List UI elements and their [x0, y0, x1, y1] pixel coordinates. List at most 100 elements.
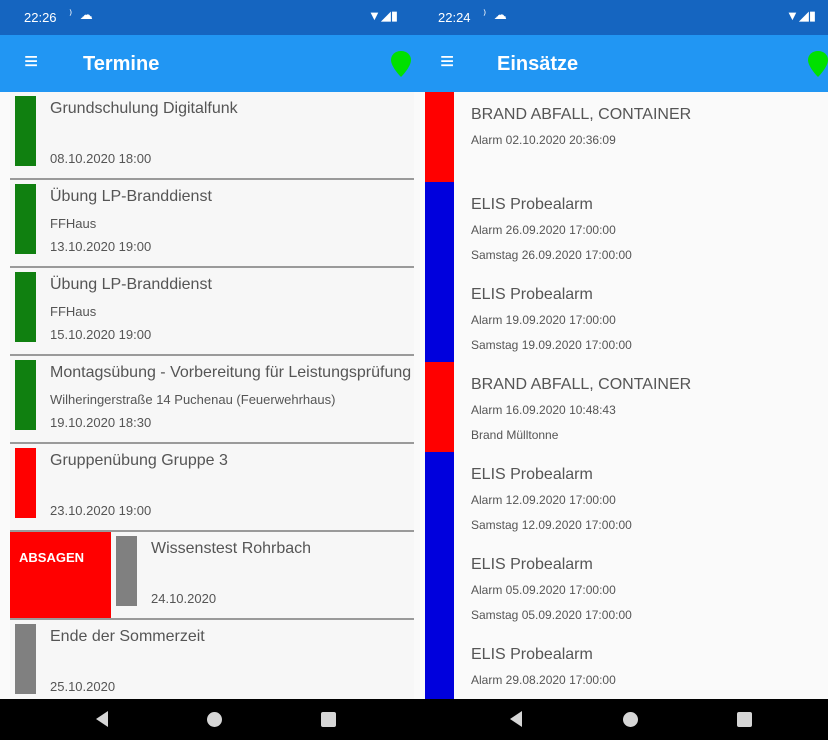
termin-item[interactable]: Ende der Sommerzeit 25.10.2020 — [10, 620, 414, 699]
recents-button[interactable] — [309, 699, 349, 740]
page-title: Termine — [83, 53, 160, 75]
einsatz-detail: Samstag 19.09.2020 17:00:00 — [471, 338, 632, 352]
termin-item[interactable]: ABSAGEN Wissenstest Rohrbach 24.10.2020 — [10, 532, 414, 620]
status-color-bar — [15, 96, 36, 166]
absagen-label: ABSAGEN — [19, 550, 85, 565]
home-button[interactable] — [195, 699, 235, 740]
termin-date: 13.10.2020 19:00 — [50, 239, 152, 254]
termin-item[interactable]: Übung LP-Branddienst FFHaus 15.10.2020 19:… — [10, 268, 414, 356]
einsatz-item[interactable]: ELIS Probealarm Alarm 29.08.2020 17:00:00 — [414, 632, 828, 699]
einsaetze-screen: 22:24 ⁾ ☁ ▼◢▮ ≡ Einsätze BRAND ABFALL, C… — [414, 0, 828, 740]
status-bar: 22:24 ⁾ ☁ ▼◢▮ — [414, 0, 828, 35]
einsaetze-list: BRAND ABFALL, CONTAINER Alarm 02.10.2020 … — [414, 92, 828, 699]
termin-title: Wissenstest Rohrbach — [151, 540, 312, 557]
einsatz-item[interactable]: ELIS Probealarm Alarm 19.09.2020 17:00:00… — [414, 272, 828, 363]
status-color-bar — [425, 452, 454, 543]
einsatz-alarm-time: Alarm 29.08.2020 17:00:00 — [471, 673, 616, 687]
termin-item[interactable]: Übung LP-Branddienst FFHaus 13.10.2020 19:… — [10, 180, 414, 268]
back-icon — [96, 711, 108, 727]
menu-icon[interactable]: ≡ — [440, 49, 454, 75]
einsatz-detail: Samstag 12.09.2020 17:00:00 — [471, 518, 632, 532]
app-bar: ≡ Einsätze — [414, 35, 828, 92]
status-color-bar — [425, 92, 454, 183]
status-color-bar — [15, 360, 36, 430]
einsatz-item[interactable]: ELIS Probealarm Alarm 12.09.2020 17:00:00… — [414, 452, 828, 543]
einsatz-title: ELIS Probealarm — [471, 196, 593, 213]
termin-title: Übung LP-Branddienst — [50, 276, 212, 293]
termin-date: 24.10.2020 — [151, 591, 217, 606]
recents-icon — [321, 712, 336, 727]
termin-title: Montagsübung - Vorbereitung für Leistung… — [50, 364, 412, 381]
status-color-bar — [425, 632, 454, 699]
einsatz-alarm-time: Alarm 05.09.2020 17:00:00 — [471, 583, 616, 597]
termin-item[interactable]: Gruppenübung Gruppe 3 23.10.2020 19:00 — [10, 444, 414, 532]
location-pin-icon[interactable] — [805, 49, 828, 79]
einsatz-title: ELIS Probealarm — [471, 286, 593, 303]
einsatz-detail: Samstag 26.09.2020 17:00:00 — [471, 248, 632, 262]
menu-icon[interactable]: ≡ — [24, 49, 38, 75]
location-pin-icon[interactable] — [388, 49, 414, 79]
termine-list: Grundschulung Digitalfunk 08.10.2020 18:0… — [10, 92, 414, 699]
status-color-bar — [425, 542, 454, 633]
signal-battery-icons: ▼◢▮ — [368, 8, 399, 23]
einsatz-alarm-time: Alarm 16.09.2020 10:48:43 — [471, 403, 616, 417]
termin-location: FFHaus — [50, 216, 97, 231]
einsatz-title: ELIS Probealarm — [471, 466, 593, 483]
termin-date: 23.10.2020 19:00 — [50, 503, 152, 518]
status-time: 22:24 — [438, 10, 471, 25]
status-time: 22:26 — [24, 10, 57, 25]
termin-date: 15.10.2020 19:00 — [50, 327, 152, 342]
status-color-bar — [15, 624, 36, 694]
termin-item[interactable]: Montagsübung - Vorbereitung für Leistung… — [10, 356, 414, 444]
page-title: Einsätze — [497, 53, 579, 75]
status-color-bar — [425, 362, 454, 453]
status-color-bar — [425, 272, 454, 363]
termin-date: 25.10.2020 — [50, 679, 116, 694]
termin-date: 08.10.2020 18:00 — [50, 151, 152, 166]
notification-icons: ⁾ ☁ — [483, 7, 509, 22]
einsatz-alarm-time: Alarm 26.09.2020 17:00:00 — [471, 223, 616, 237]
termin-location: Wilheringerstraße 14 Puchenau (Feuerwehr… — [50, 392, 336, 407]
termine-screen: 22:26 ⁾ ☁ ▼◢▮ ≡ Termine Grundschulung Di… — [0, 0, 414, 740]
back-icon — [510, 711, 522, 727]
termin-title: Ende der Sommerzeit — [50, 628, 205, 645]
einsatz-title: ELIS Probealarm — [471, 556, 593, 573]
termin-item[interactable]: Grundschulung Digitalfunk 08.10.2020 18:0… — [10, 92, 414, 180]
einsatz-item[interactable]: ELIS Probealarm Alarm 26.09.2020 17:00:00… — [414, 182, 828, 273]
einsatz-detail: Brand Mülltonne — [471, 428, 559, 442]
einsatz-title: ELIS Probealarm — [471, 646, 593, 663]
navigation-bar — [0, 699, 414, 740]
einsatz-detail: Samstag 05.09.2020 17:00:00 — [471, 608, 632, 622]
einsatz-alarm-time: Alarm 19.09.2020 17:00:00 — [471, 313, 616, 327]
recents-icon — [737, 712, 752, 727]
absagen-button[interactable]: ABSAGEN — [10, 532, 111, 618]
navigation-bar — [414, 699, 828, 740]
app-bar: ≡ Termine — [0, 35, 414, 92]
einsatz-alarm-time: Alarm 02.10.2020 20:36:09 — [471, 133, 616, 147]
einsatz-title: BRAND ABFALL, CONTAINER — [471, 376, 692, 393]
termin-title: Gruppenübung Gruppe 3 — [50, 452, 228, 469]
status-color-bar — [425, 182, 454, 273]
home-icon — [207, 712, 222, 727]
home-button[interactable] — [611, 699, 651, 740]
einsatz-item[interactable]: BRAND ABFALL, CONTAINER Alarm 02.10.2020 … — [414, 92, 828, 183]
status-color-bar — [15, 272, 36, 342]
status-bar: 22:26 ⁾ ☁ ▼◢▮ — [0, 0, 414, 35]
signal-battery-icons: ▼◢▮ — [786, 8, 817, 23]
back-button[interactable] — [498, 699, 538, 740]
home-icon — [623, 712, 638, 727]
recents-button[interactable] — [725, 699, 765, 740]
einsatz-alarm-time: Alarm 12.09.2020 17:00:00 — [471, 493, 616, 507]
termin-location: FFHaus — [50, 304, 97, 319]
termin-date: 19.10.2020 18:30 — [50, 415, 152, 430]
status-color-bar — [15, 448, 36, 518]
status-color-bar — [15, 184, 36, 254]
einsatz-title: BRAND ABFALL, CONTAINER — [471, 106, 692, 123]
status-color-bar — [116, 536, 137, 606]
einsatz-item[interactable]: BRAND ABFALL, CONTAINER Alarm 16.09.2020 … — [414, 362, 828, 453]
termin-title: Grundschulung Digitalfunk — [50, 100, 238, 117]
termin-title: Übung LP-Branddienst — [50, 188, 212, 205]
einsatz-item[interactable]: ELIS Probealarm Alarm 05.09.2020 17:00:00… — [414, 542, 828, 633]
back-button[interactable] — [84, 699, 124, 740]
notification-icons: ⁾ ☁ — [69, 7, 95, 22]
